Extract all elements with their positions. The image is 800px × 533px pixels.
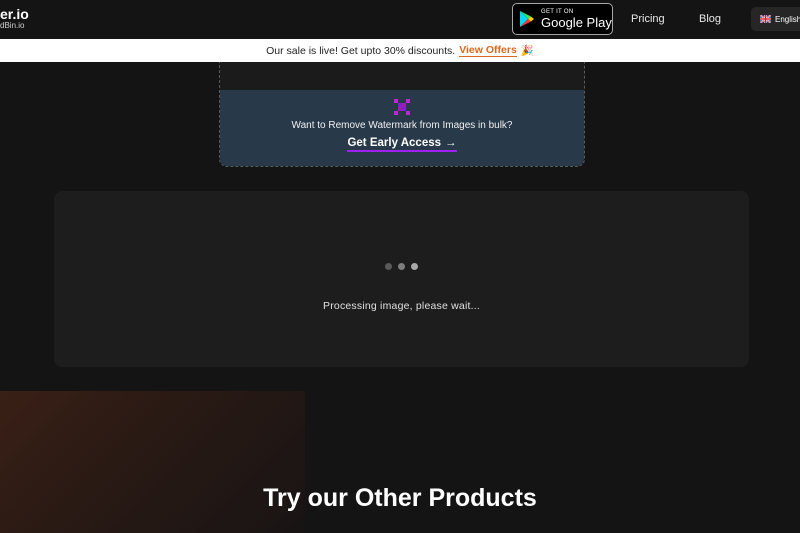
upload-area: Want to Remove Watermark from Images in … — [219, 62, 585, 167]
nav-blog-link[interactable]: Blog — [699, 13, 721, 25]
bulk-promo-text: Want to Remove Watermark from Images in … — [291, 120, 513, 131]
get-early-access-label: Get Early Access — [347, 137, 442, 149]
google-play-button[interactable]: GET IT ON Google Play — [512, 3, 613, 35]
loading-dot-icon — [385, 263, 392, 270]
site-logo[interactable]: er.io dBin.io — [0, 7, 29, 31]
top-navigation-bar: er.io dBin.io GET IT ON Google Play Pric… — [0, 0, 800, 39]
sale-banner: Our sale is live! Get upto 30% discounts… — [0, 39, 800, 62]
google-play-label: Google Play — [541, 15, 612, 30]
nav-pricing-link[interactable]: Pricing — [631, 13, 665, 25]
processing-status-text: Processing image, please wait... — [323, 300, 480, 312]
logo-subtitle: dBin.io — [0, 21, 25, 30]
processing-panel: Processing image, please wait... — [54, 191, 749, 367]
upload-dropzone-bottom — [220, 62, 584, 90]
arrow-right-icon: → — [445, 137, 457, 149]
loading-dot-icon — [411, 263, 418, 270]
bulk-promo-panel: Want to Remove Watermark from Images in … — [220, 90, 584, 166]
view-offers-link[interactable]: View Offers — [459, 44, 517, 57]
language-label: English — [775, 14, 800, 24]
sale-banner-text: Our sale is live! Get upto 30% discounts… — [266, 44, 456, 57]
loading-dot-icon — [398, 263, 405, 270]
bulk-remove-icon — [394, 99, 410, 115]
logo-title: er.io — [0, 6, 29, 22]
google-play-icon — [520, 11, 534, 27]
party-icon: 🎉 — [520, 45, 534, 57]
other-products-heading: Try our Other Products — [263, 484, 537, 512]
uk-flag-icon — [760, 15, 771, 23]
loading-spinner — [385, 263, 418, 270]
get-early-access-button[interactable]: Get Early Access → — [347, 137, 457, 152]
language-selector[interactable]: English — [751, 7, 800, 31]
